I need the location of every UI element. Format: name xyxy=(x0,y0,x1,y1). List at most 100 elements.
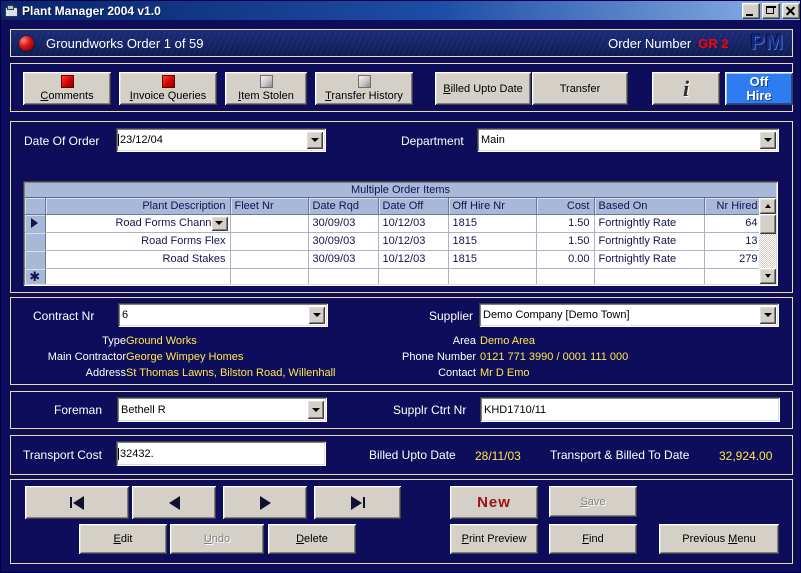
cell-date_rqd[interactable]: 30/09/03 xyxy=(308,232,379,251)
cell-dropdown-icon[interactable] xyxy=(210,215,228,231)
undo-button[interactable]: Undo xyxy=(170,524,264,554)
col-date-off[interactable]: Date Off xyxy=(378,198,449,215)
foreman-combo[interactable]: Bethell R xyxy=(117,397,327,422)
cell-plant_description[interactable]: Road Stakes xyxy=(45,250,231,269)
date-of-order-dropdown-icon[interactable] xyxy=(306,131,323,149)
cell-cost[interactable]: 0.00 xyxy=(536,250,595,269)
department-combo[interactable]: Main xyxy=(477,128,779,152)
cell-date_off[interactable]: 10/12/03 xyxy=(378,214,449,233)
new-button[interactable]: New xyxy=(450,486,538,519)
contract-nr-dropdown-icon[interactable] xyxy=(308,306,325,324)
row-selector-new-icon[interactable]: ✱ xyxy=(25,268,46,284)
cell-based_on[interactable] xyxy=(594,268,705,284)
cell-date_off[interactable]: 10/12/03 xyxy=(378,232,449,251)
col-nr-hired[interactable]: Nr Hired xyxy=(704,198,759,215)
order-items-grid[interactable]: Multiple Order Items Plant Description F… xyxy=(23,181,778,286)
next-record-button[interactable] xyxy=(223,486,307,519)
cell-date_rqd[interactable] xyxy=(308,268,379,284)
cell-date_rqd[interactable]: 30/09/03 xyxy=(308,250,379,269)
cell-plant_description[interactable]: Road Forms Flex xyxy=(45,232,231,251)
grid-caption: Multiple Order Items xyxy=(25,183,776,198)
supplr-ctrt-nr-value: KHD1710/11 xyxy=(484,403,547,416)
cell-date_off[interactable]: 10/12/03 xyxy=(378,250,449,269)
table-row[interactable]: Road Forms Channels 30/09/03 10/12/03 1815 1… xyxy=(25,214,759,233)
order-header-title: Groundworks Order 1 of 59 xyxy=(46,35,204,51)
table-row[interactable]: ✱ xyxy=(25,268,759,284)
supplier-combo[interactable]: Demo Company [Demo Town] xyxy=(479,303,779,327)
item-stolen-button[interactable]: Item Stolen xyxy=(225,72,307,105)
comments-button[interactable]: Comments xyxy=(23,72,111,105)
edit-button[interactable]: Edit xyxy=(79,524,167,554)
foreman-dropdown-icon[interactable] xyxy=(307,400,324,419)
contract-nr-combo[interactable]: 6 xyxy=(118,303,328,327)
last-record-button[interactable] xyxy=(314,486,401,519)
info-button[interactable]: i xyxy=(652,72,720,105)
supplier-dropdown-icon[interactable] xyxy=(759,306,776,324)
cell-nr_hired[interactable]: 13 xyxy=(704,232,759,251)
department-label: Department xyxy=(401,134,464,148)
department-value: Main xyxy=(481,134,505,146)
cell-nr_hired[interactable] xyxy=(704,268,759,284)
invoice-queries-button[interactable]: Invoice Queries xyxy=(119,72,217,105)
row-selector-current-icon[interactable] xyxy=(25,214,46,233)
transport-cost-input[interactable]: 32432. xyxy=(116,441,326,466)
cell-plant_description[interactable]: Road Forms Channels xyxy=(45,214,231,233)
date-of-order-value: 23/12/04 xyxy=(116,134,163,146)
col-cost[interactable]: Cost xyxy=(536,198,595,215)
col-date-rqd[interactable]: Date Rqd xyxy=(308,198,379,215)
print-preview-button[interactable]: Print Preview xyxy=(450,524,538,554)
date-of-order-input[interactable]: 23/12/04 xyxy=(116,128,326,152)
cell-cost[interactable] xyxy=(536,268,595,284)
scroll-up-arrow-icon[interactable] xyxy=(759,198,776,214)
transfer-button[interactable]: Transfer xyxy=(532,72,628,105)
cell-plant_description[interactable] xyxy=(45,268,231,284)
department-dropdown-icon[interactable] xyxy=(759,131,776,149)
scrollbar-thumb[interactable] xyxy=(759,214,776,234)
cell-fleet_nr[interactable] xyxy=(230,250,309,269)
transfer-history-button[interactable]: Transfer History xyxy=(315,72,413,105)
col-plant-description[interactable]: Plant Description xyxy=(45,198,231,215)
delete-button[interactable]: Delete xyxy=(268,524,356,554)
grid-body: Road Forms Channels 30/09/03 10/12/03 1815 1… xyxy=(25,214,759,284)
table-row[interactable]: Road Forms Flex 30/09/03 10/12/03 1815 1.50 F… xyxy=(25,232,759,251)
find-button[interactable]: Find xyxy=(549,524,637,554)
col-fleet-nr[interactable]: Fleet Nr xyxy=(230,198,309,215)
table-row[interactable]: Road Stakes 30/09/03 10/12/03 1815 0.00 Fortn… xyxy=(25,250,759,269)
cell-date_off[interactable] xyxy=(378,268,449,284)
cell-fleet_nr[interactable] xyxy=(230,232,309,251)
maximize-button[interactable] xyxy=(762,2,780,19)
col-off-hire-nr[interactable]: Off Hire Nr xyxy=(448,198,537,215)
cell-date_rqd[interactable]: 30/09/03 xyxy=(308,214,379,233)
scroll-down-arrow-icon[interactable] xyxy=(759,268,776,284)
status-orb-icon xyxy=(19,35,34,51)
off-hire-button[interactable]: Off Hire xyxy=(725,72,793,105)
cell-cost[interactable]: 1.50 xyxy=(536,214,595,233)
cell-fleet_nr[interactable] xyxy=(230,268,309,284)
scrollbar-track[interactable] xyxy=(759,234,776,268)
cell-off_hire_nr[interactable]: 1815 xyxy=(448,214,537,233)
save-button[interactable]: Save xyxy=(549,486,637,517)
billed-upto-date-button[interactable]: Billed Upto Date xyxy=(435,72,531,105)
billed-upto-date-button-label: Billed Upto Date xyxy=(443,82,523,95)
cell-based_on[interactable]: Fortnightly Rate xyxy=(594,250,705,269)
cell-off_hire_nr[interactable] xyxy=(448,268,537,284)
row-selector[interactable] xyxy=(25,250,46,269)
previous-record-button[interactable] xyxy=(132,486,216,519)
cell-cost[interactable]: 1.50 xyxy=(536,232,595,251)
col-based-on[interactable]: Based On xyxy=(594,198,705,215)
minimize-button[interactable] xyxy=(742,2,760,19)
close-button[interactable] xyxy=(782,2,800,19)
row-selector[interactable] xyxy=(25,232,46,251)
cell-off_hire_nr[interactable]: 1815 xyxy=(448,250,537,269)
cell-based_on[interactable]: Fortnightly Rate xyxy=(594,232,705,251)
cell-off_hire_nr[interactable]: 1815 xyxy=(448,232,537,251)
grid-vertical-scrollbar[interactable] xyxy=(759,198,776,284)
cell-based_on[interactable]: Fortnightly Rate xyxy=(594,214,705,233)
contract-nr-label: Contract Nr xyxy=(33,309,95,323)
cell-nr_hired[interactable]: 279 xyxy=(704,250,759,269)
previous-menu-button[interactable]: Previous Menu xyxy=(659,524,779,554)
cell-fleet_nr[interactable] xyxy=(230,214,309,233)
cell-nr_hired[interactable]: 64 xyxy=(704,214,759,233)
supplr-ctrt-nr-input[interactable]: KHD1710/11 xyxy=(480,397,780,422)
first-record-button[interactable] xyxy=(25,486,129,519)
